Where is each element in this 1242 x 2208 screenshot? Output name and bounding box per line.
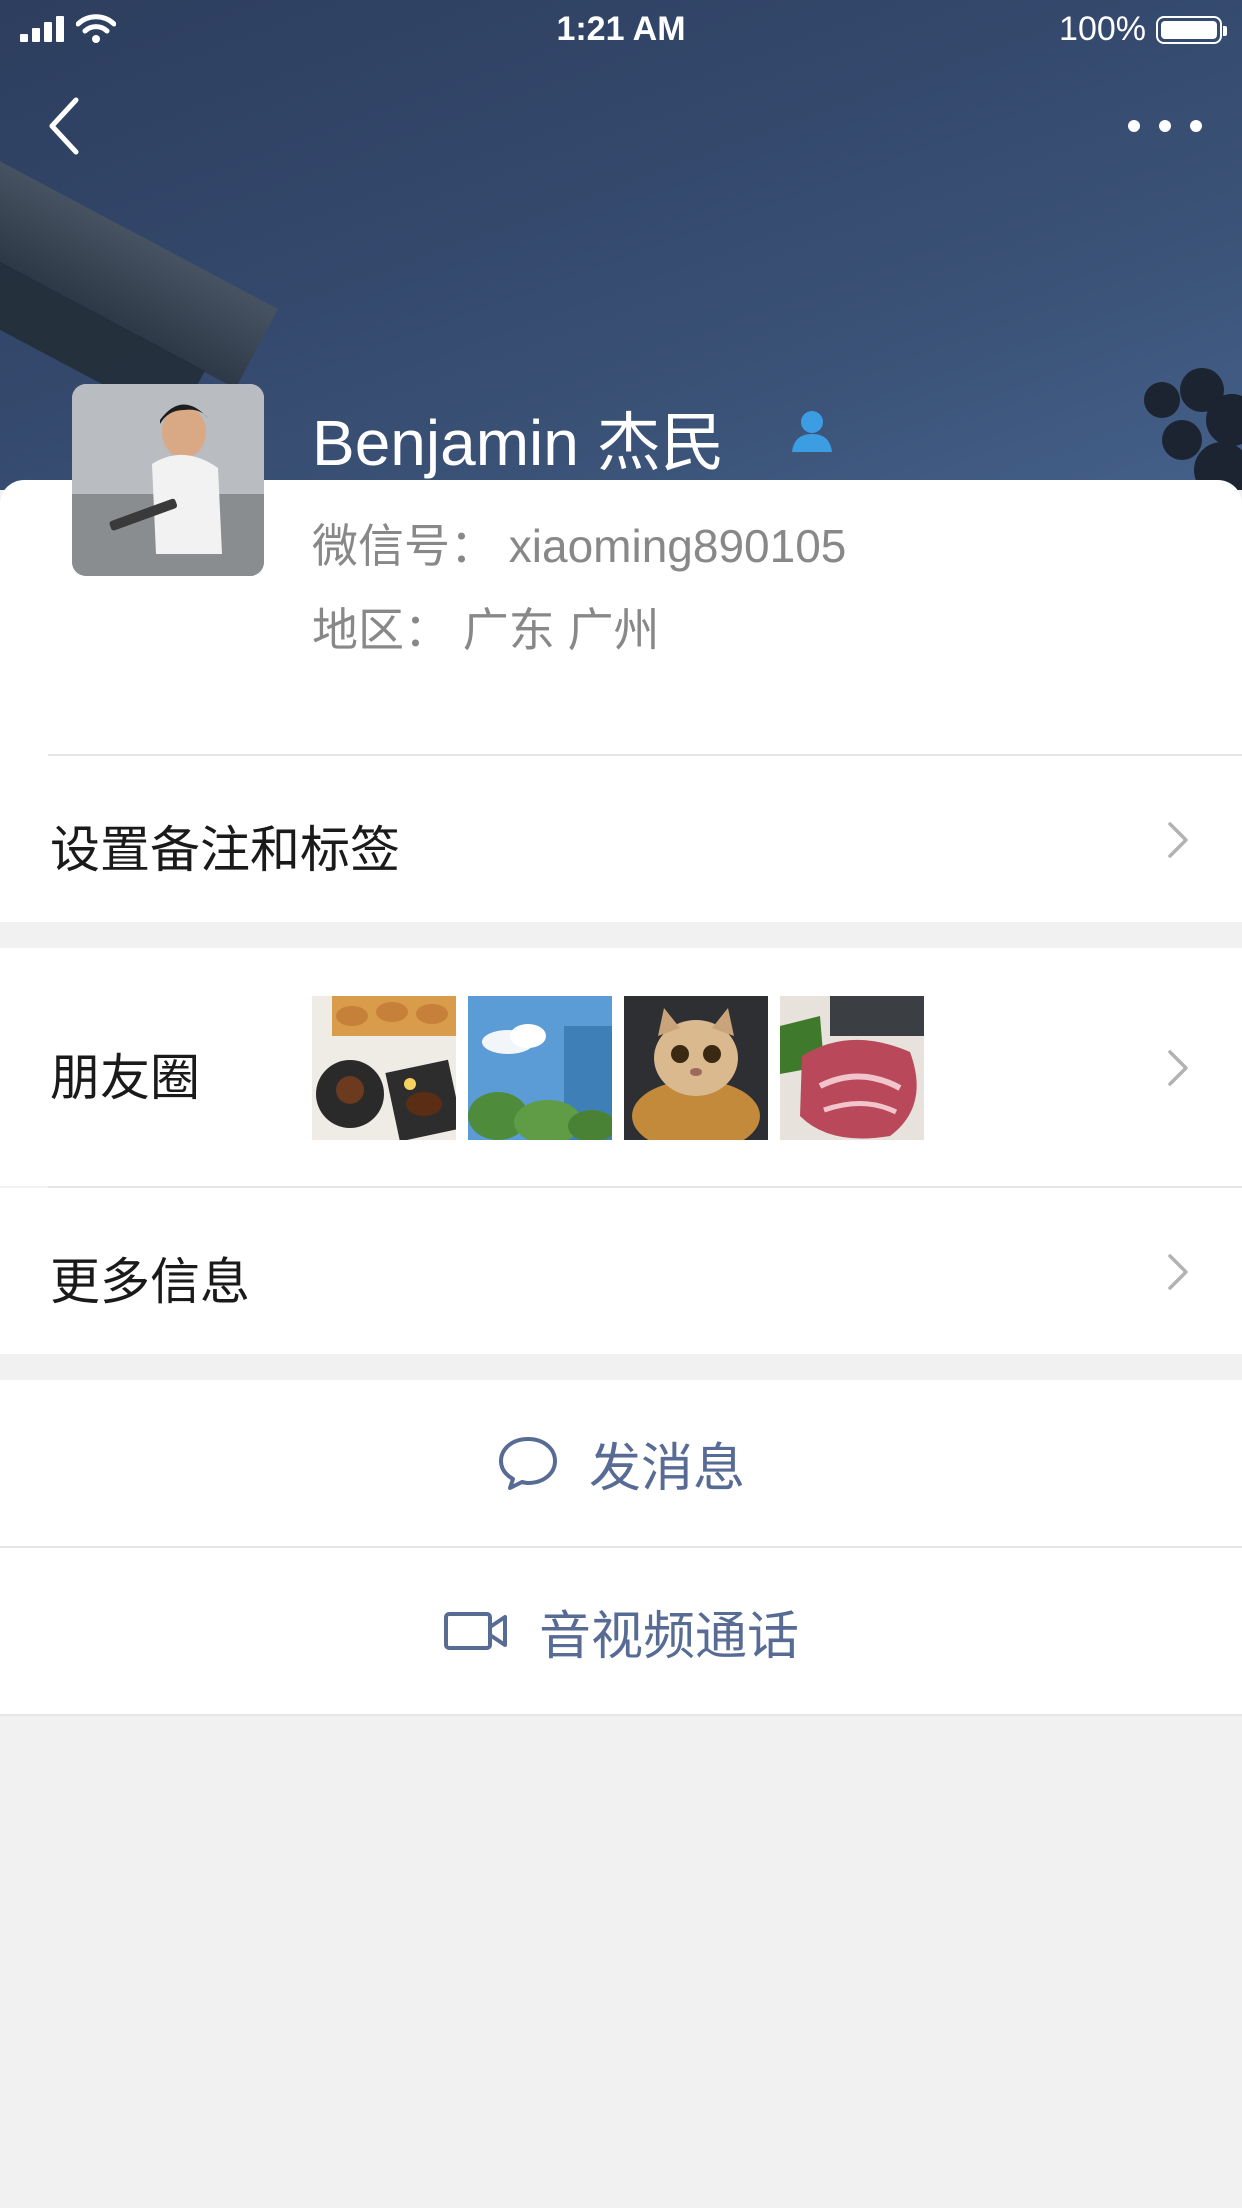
moments-row[interactable]: 朋友圈 — [0, 948, 1242, 1186]
chat-bubble-icon — [498, 1437, 557, 1490]
moments-thumbnail-cat[interactable] — [624, 996, 768, 1140]
cover-tree-silhouette — [1144, 368, 1242, 490]
video-camera-icon — [443, 1612, 507, 1650]
video-call-button[interactable]: 音视频通话 — [0, 1548, 1242, 1714]
more-options-button[interactable] — [1128, 112, 1202, 140]
avatar[interactable] — [72, 384, 264, 576]
more-dot-icon — [1190, 120, 1202, 132]
moments-thumbnail-meat[interactable] — [780, 996, 924, 1140]
moments-thumbnail-food[interactable] — [312, 996, 456, 1140]
battery-icon — [1156, 16, 1227, 44]
contact-person-icon — [792, 411, 832, 452]
more-dot-icon — [1128, 120, 1140, 132]
more-info-label: 更多信息 — [50, 1254, 250, 1310]
wechat-id-text: 微信号： xiaoming890105 — [312, 520, 847, 572]
moments-thumbnail-sky[interactable] — [468, 996, 612, 1140]
more-dot-icon — [1159, 120, 1171, 132]
more-info-row[interactable]: 更多信息 — [0, 1188, 1242, 1354]
profile-name: Benjamin 杰民 — [312, 407, 725, 479]
send-message-label: 发消息 — [588, 1439, 745, 1498]
send-message-button[interactable]: 发消息 — [0, 1380, 1242, 1546]
region-text: 地区： 广东 广州 — [312, 604, 660, 656]
divider — [0, 1714, 1242, 1716]
video-call-label: 音视频通话 — [538, 1607, 799, 1666]
moments-label: 朋友圈 — [50, 1050, 200, 1106]
chevron-right-icon — [1168, 1254, 1188, 1290]
remark-tags-label: 设置备注和标签 — [50, 822, 400, 878]
chevron-right-icon — [1168, 822, 1188, 858]
remark-tags-row[interactable]: 设置备注和标签 — [0, 756, 1242, 922]
status-time: 1:21 AM — [556, 10, 686, 48]
avatar-photo — [72, 384, 264, 576]
chevron-right-icon — [1168, 1050, 1188, 1086]
back-button[interactable] — [46, 96, 86, 156]
status-bar: 1:21 AM 100% — [0, 0, 1242, 60]
battery-percent: 100% — [1059, 10, 1146, 48]
